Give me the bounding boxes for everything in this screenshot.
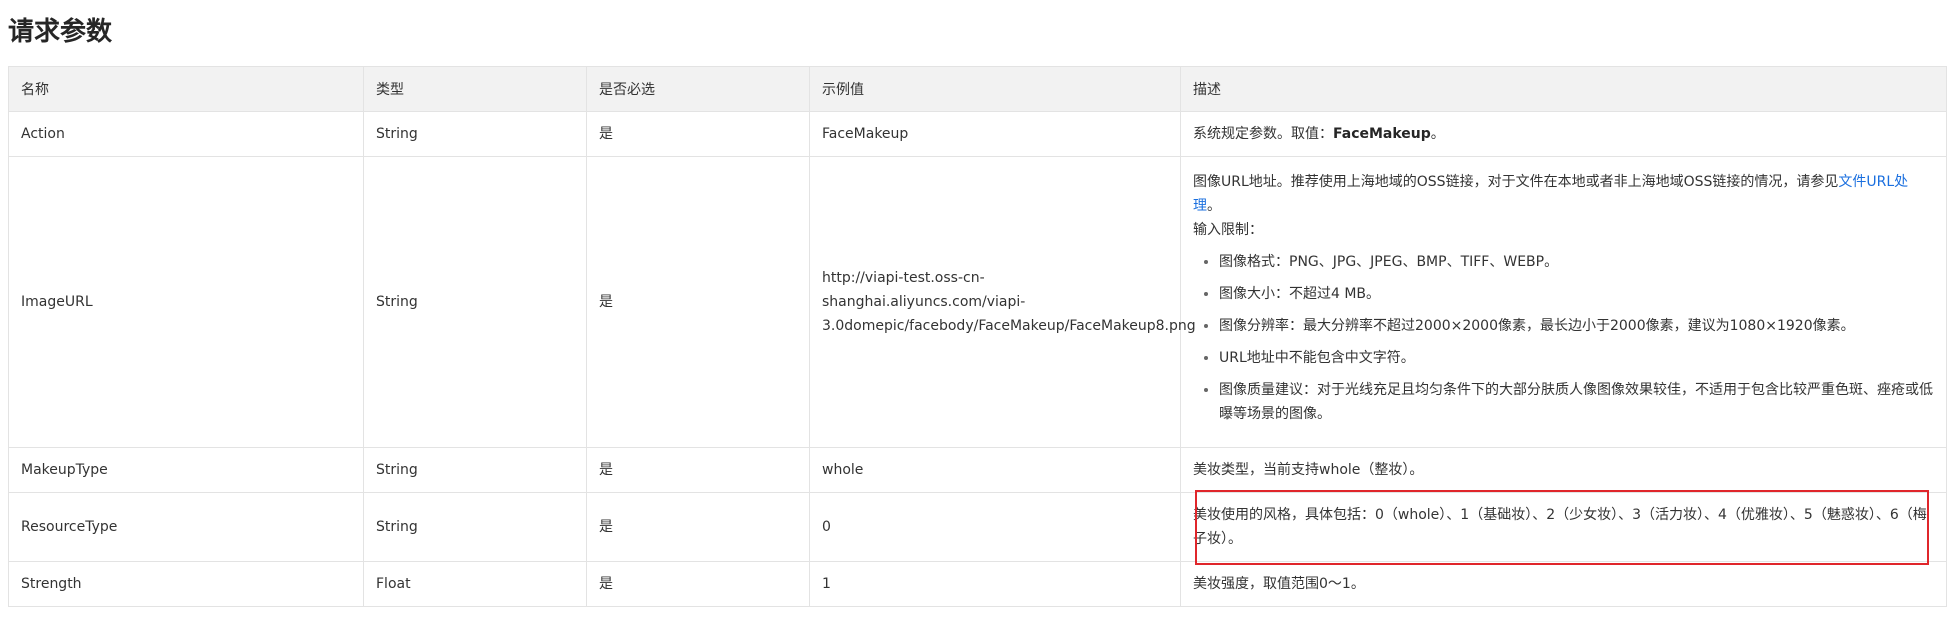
table-row: ImageURL String 是 http://viapi-test.oss-… — [8, 156, 1947, 448]
list-item: 图像分辨率：最大分辨率不超过2000×2000像素，最长边小于2000像素，建议… — [1219, 314, 1934, 338]
param-description: 图像URL地址。推荐使用上海地域的OSS链接，对于文件在本地或者非上海地域OSS… — [1180, 156, 1947, 448]
param-example: http://viapi-test.oss-cn-shanghai.aliyun… — [809, 156, 1196, 448]
table-row: MakeupType String 是 whole 美妆类型，当前支持whole… — [8, 447, 1947, 493]
param-type: String — [363, 156, 587, 448]
param-type: String — [363, 447, 587, 493]
param-required: 是 — [586, 111, 810, 157]
param-example: whole — [809, 447, 1181, 493]
param-type: Float — [363, 561, 587, 607]
list-item: 图像格式：PNG、JPG、JPEG、BMP、TIFF、WEBP。 — [1219, 250, 1934, 274]
param-name: ImageURL — [8, 156, 364, 448]
param-name: MakeupType — [8, 447, 364, 493]
param-required: 是 — [586, 156, 810, 448]
table-row: Strength Float 是 1 美妆强度，取值范围0～1。 — [8, 561, 1947, 607]
limits-list: 图像格式：PNG、JPG、JPEG、BMP、TIFF、WEBP。 图像大小：不超… — [1193, 250, 1934, 426]
param-name: Action — [8, 111, 364, 157]
example-line-2: 3.0domepic/facebody/FaceMakeup/FaceMakeu… — [822, 318, 1196, 334]
section-title: 请求参数 — [8, 17, 113, 47]
desc-intro: 图像URL地址。推荐使用上海地域的OSS链接，对于文件在本地或者非上海地域OSS… — [1193, 170, 1934, 218]
param-type: String — [363, 111, 587, 157]
header-example: 示例值 — [809, 66, 1181, 112]
param-example: 1 — [809, 561, 1181, 607]
header-description: 描述 — [1180, 66, 1947, 112]
param-example: 0 — [809, 492, 1181, 562]
desc-bold-value: FaceMakeup — [1333, 126, 1431, 142]
desc-intro-end: 。 — [1207, 198, 1221, 214]
table-row: Action String 是 FaceMakeup 系统规定参数。取值：Fac… — [8, 111, 1947, 157]
param-required: 是 — [586, 492, 810, 562]
desc-suffix: 。 — [1430, 126, 1445, 142]
header-name: 名称 — [8, 66, 364, 112]
param-description: 系统规定参数。取值：FaceMakeup。 — [1180, 111, 1947, 157]
param-name: Strength — [8, 561, 364, 607]
header-required: 是否必选 — [586, 66, 810, 112]
list-item: URL地址中不能包含中文字符。 — [1219, 346, 1934, 370]
param-required: 是 — [586, 561, 810, 607]
param-description: 美妆使用的风格，具体包括：0（whole）、1（基础妆）、2（少女妆）、3（活力… — [1180, 492, 1947, 562]
example-line-1: http://viapi-test.oss-cn-shanghai.aliyun… — [822, 270, 1026, 310]
desc-intro-text: 图像URL地址。推荐使用上海地域的OSS链接，对于文件在本地或者非上海地域OSS… — [1193, 174, 1839, 190]
param-description: 美妆强度，取值范围0～1。 — [1180, 561, 1947, 607]
table-row: ResourceType String 是 0 美妆使用的风格，具体包括：0（w… — [8, 492, 1947, 562]
param-description: 美妆类型，当前支持whole（整妆）。 — [1180, 447, 1947, 493]
table-header-row: 名称 类型 是否必选 示例值 描述 — [8, 66, 1947, 112]
desc-prefix: 系统规定参数。取值： — [1193, 126, 1333, 142]
limits-label: 输入限制： — [1193, 222, 1263, 238]
param-example: FaceMakeup — [809, 111, 1181, 157]
param-type: String — [363, 492, 587, 562]
header-type: 类型 — [363, 66, 587, 112]
request-params-table: 名称 类型 是否必选 示例值 描述 Action String 是 FaceMa… — [8, 66, 1947, 607]
param-required: 是 — [586, 447, 810, 493]
list-item: 图像大小：不超过4 MB。 — [1219, 282, 1934, 306]
list-item: 图像质量建议：对于光线充足且均匀条件下的大部分肤质人像图像效果较佳，不适用于包含… — [1219, 378, 1934, 426]
param-name: ResourceType — [8, 492, 364, 562]
